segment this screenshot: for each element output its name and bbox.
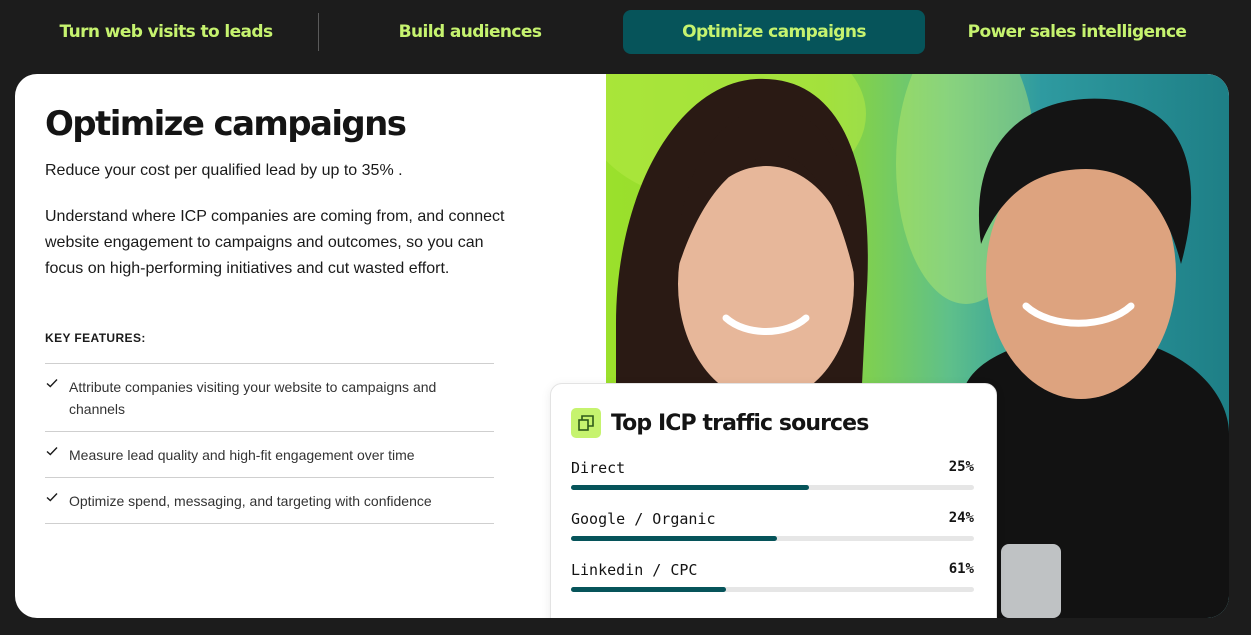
feature-text: Optimize spend, messaging, and targeting…: [69, 493, 432, 509]
check-icon: [46, 493, 58, 502]
traffic-source-value: 25%: [948, 459, 974, 475]
progress-fill: [571, 536, 777, 541]
tab-power-sales-intelligence[interactable]: Power sales intelligence: [926, 10, 1228, 54]
progress-fill: [571, 587, 727, 592]
progress-track: [571, 587, 974, 592]
tab-bar: Turn web visits to leads Build audiences…: [0, 0, 1251, 64]
tab-turn-web-visits-to-leads[interactable]: Turn web visits to leads: [15, 10, 317, 54]
lead-text: Reduce your cost per qualified lead by u…: [45, 162, 403, 179]
traffic-source-label: Direct: [571, 459, 626, 477]
tab-build-audiences[interactable]: Build audiences: [319, 10, 621, 54]
traffic-source-value: 61%: [948, 561, 974, 577]
traffic-row: Direct 25%: [571, 458, 974, 509]
tab-optimize-campaigns[interactable]: Optimize campaigns: [623, 10, 925, 54]
traffic-sources-title: Top ICP traffic sources: [611, 410, 869, 436]
page-title: Optimize campaigns: [45, 104, 407, 144]
chart-icon: [571, 408, 601, 438]
traffic-sources-card: Top ICP traffic sources Direct 25% Googl…: [550, 383, 997, 618]
check-icon: [46, 379, 58, 388]
progress-fill: [571, 485, 809, 490]
key-features-label: KEY FEATURES:: [45, 331, 146, 345]
traffic-sources-header: Top ICP traffic sources: [571, 408, 869, 438]
traffic-source-label: Google / Organic: [571, 510, 716, 528]
traffic-source-label: Linkedin / CPC: [571, 561, 698, 579]
traffic-row: Linkedin / CPC 61%: [571, 560, 974, 611]
traffic-row: Google / Organic 24%: [571, 509, 974, 560]
description-text: Understand where ICP companies are comin…: [45, 208, 505, 277]
feature-item: Optimize spend, messaging, and targeting…: [45, 478, 494, 524]
progress-track: [571, 485, 974, 490]
feature-item: Measure lead quality and high-fit engage…: [45, 432, 494, 478]
feature-text: Measure lead quality and high-fit engage…: [69, 447, 415, 463]
feature-item: Attribute companies visiting your websit…: [45, 364, 494, 432]
progress-track: [571, 536, 974, 541]
traffic-source-value: 24%: [948, 510, 974, 526]
check-icon: [46, 447, 58, 456]
content-card: Optimize campaigns Reduce your cost per …: [15, 74, 1229, 618]
feature-text: Attribute companies visiting your websit…: [69, 379, 437, 417]
feature-list: Attribute companies visiting your websit…: [45, 363, 494, 524]
traffic-sources-list: Direct 25% Google / Organic 24% Linkedin…: [571, 458, 974, 611]
